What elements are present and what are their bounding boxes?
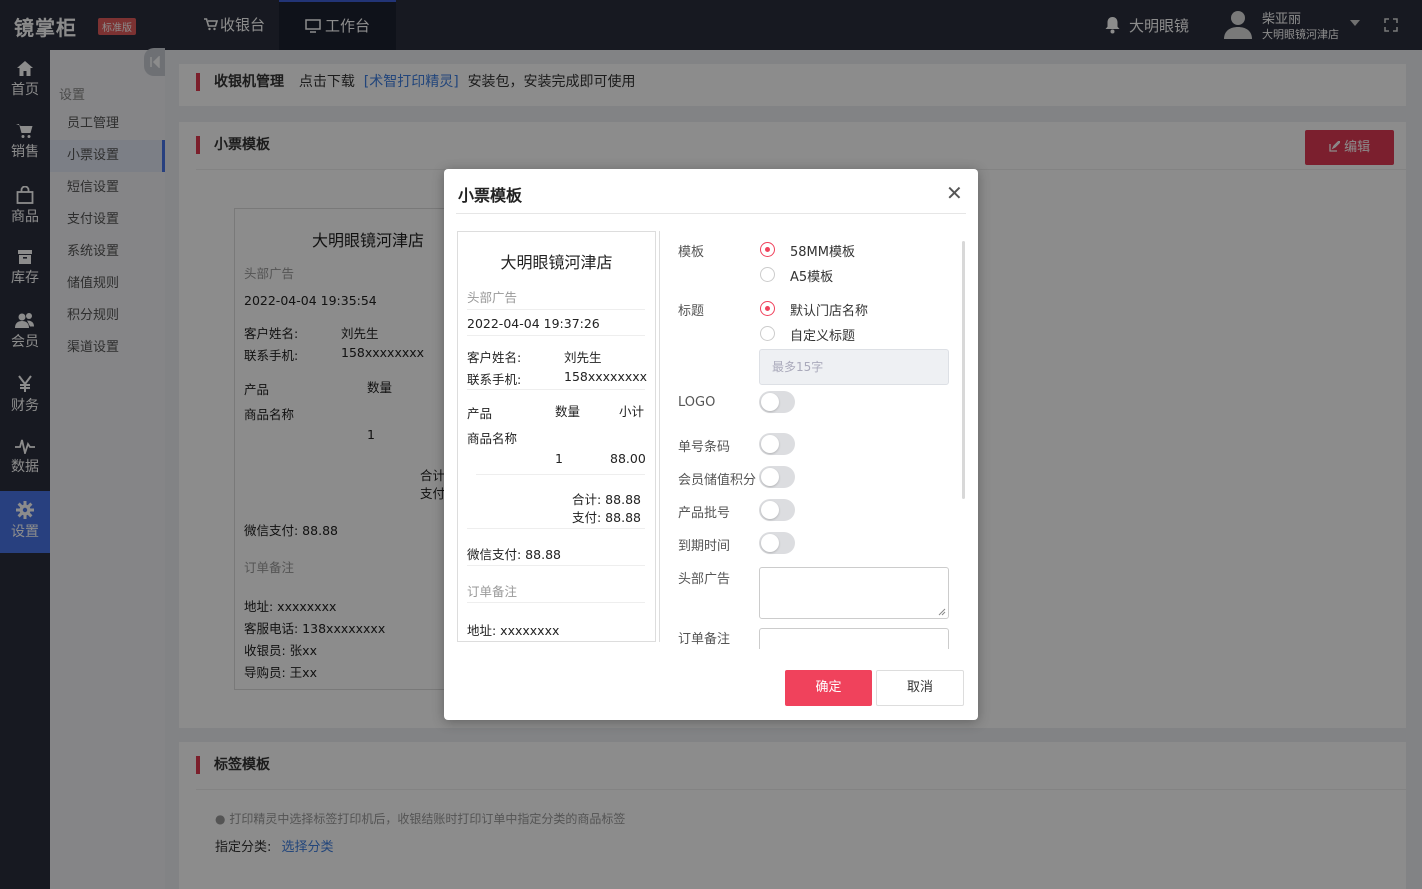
preview-phone-label: 联系手机: [467,372,522,387]
header-ad-label: 头部广告 [678,572,731,587]
radio-custom-title[interactable] [760,326,775,341]
preview-col-qty: 数量 [555,404,581,419]
preview-header-ad: 头部广告 [467,290,518,305]
receipt-template-modal: 小票模板 ✕ 大明眼镜河津店 头部广告 2022-04-04 19:37:26 … [444,169,978,720]
modal-column-divider [659,231,660,642]
preview-datetime: 2022-04-04 19:37:26 [467,316,600,331]
form-scrollbar[interactable] [962,241,965,499]
preview-paid: 支付: 88.88 [572,510,641,525]
batch-label: 产品批号 [678,506,731,521]
preview-total: 合计: 88.88 [572,492,641,507]
preview-customer-label: 客户姓名: [467,350,522,365]
cancel-button[interactable]: 取消 [876,670,964,706]
expiry-toggle[interactable] [759,532,795,554]
header-ad-textarea[interactable] [759,567,949,619]
radio-default-title-label[interactable]: 默认门店名称 [790,300,868,319]
radio-a5-label[interactable]: A5模板 [790,266,833,285]
radio-custom-title-label[interactable]: 自定义标题 [790,325,855,344]
radio-a5[interactable] [760,267,775,282]
points-toggle[interactable] [759,466,795,488]
preview-col-subtotal: 小计 [619,404,645,419]
template-label: 模板 [678,245,705,260]
modal-title: 小票模板 [458,186,523,205]
expiry-label: 到期时间 [678,539,731,554]
logo-toggle[interactable] [759,391,795,413]
radio-58mm-label[interactable]: 58MM模板 [790,241,855,260]
modal-header-divider [456,213,966,214]
preview-subtotal: 88.00 [610,451,646,466]
batch-toggle[interactable] [759,499,795,521]
preview-qty: 1 [555,451,563,466]
close-icon[interactable]: ✕ [946,181,963,205]
preview-divider [467,309,645,310]
preview-wechat: 微信支付: 88.88 [467,547,561,562]
preview-order-note: 订单备注 [467,584,518,599]
custom-title-input[interactable]: 最多15字 [759,349,949,385]
barcode-label: 单号条码 [678,440,731,455]
radio-default-title[interactable] [760,301,775,316]
preview-store-name: 大明眼镜河津店 [500,253,613,272]
confirm-button[interactable]: 确定 [785,670,872,706]
preview-divider [467,528,645,529]
points-label: 会员储值积分 [678,473,757,488]
preview-product-name: 商品名称 [467,431,518,446]
receipt-settings-form: 模板 58MM模板 A5模板 标题 默认门店名称 自定义标题 最多15字 LOG… [664,231,964,649]
order-note-textarea[interactable] [759,628,949,649]
receipt-preview: 大明眼镜河津店 头部广告 2022-04-04 19:37:26 客户姓名: 刘… [457,231,656,642]
preview-col-product: 产品 [467,406,493,421]
order-note-label: 订单备注 [678,632,731,647]
resize-handle-icon[interactable] [938,608,946,616]
logo-label: LOGO [678,395,716,410]
title-label: 标题 [678,304,705,319]
preview-phone: 158xxxxxxxx [564,369,648,384]
preview-divider [467,335,645,336]
preview-divider [476,474,645,475]
preview-divider [467,389,645,390]
barcode-toggle[interactable] [759,433,795,455]
radio-58mm[interactable] [760,242,775,257]
preview-divider [467,602,645,603]
preview-address: 地址: xxxxxxxx [467,623,560,638]
preview-customer: 刘先生 [564,350,602,365]
preview-divider [467,565,645,566]
